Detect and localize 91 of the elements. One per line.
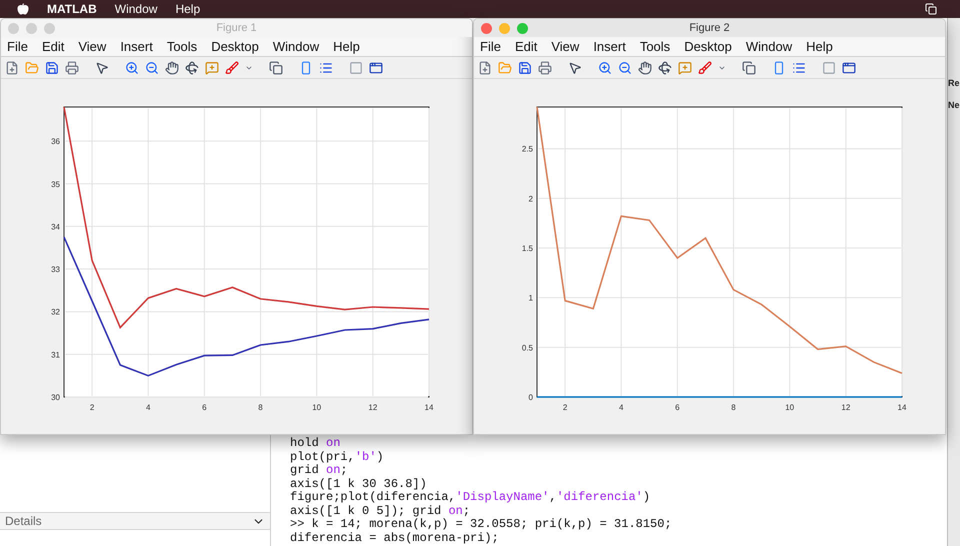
tick-label: 1 [528,294,533,303]
window-title: Figure 1 [216,20,257,36]
menu-item[interactable]: Tools [166,36,198,56]
menu-item[interactable]: Desktop [211,36,259,56]
menu-item[interactable]: File [480,36,501,56]
tick-label: 0 [528,393,533,402]
tick-label: 10 [312,403,322,412]
code-line: axis([1 k 0 5]); grid on; [290,504,472,518]
panel-title: Details [5,513,42,530]
tick-label: 1.5 [522,244,533,254]
menu-item[interactable]: Desktop [684,36,732,56]
tick-label: 2 [90,403,94,412]
zoom-in-icon[interactable] [598,60,612,74]
tick-label: 34 [51,222,60,232]
tick-label: 12 [841,403,850,412]
tick-label: 14 [424,403,434,412]
legend-icon[interactable] [319,60,333,74]
tick-label: 31 [51,350,60,360]
tick-label: 6 [675,403,680,412]
tick-label: 32 [51,308,60,317]
menu-item[interactable]: Insert [120,36,153,56]
menu-item[interactable]: File [7,36,28,56]
app-name[interactable]: MATLAB [47,0,97,18]
menu-item[interactable]: Window [746,36,792,56]
menu-item[interactable]: View [78,36,106,56]
tick-label: 4 [146,403,150,412]
new-file-icon[interactable] [478,60,492,74]
tick-label: 2.5 [522,144,533,154]
hand-icon[interactable] [165,60,179,74]
menu-item[interactable]: Edit [514,36,538,56]
tick-label: 36 [51,137,60,146]
legend-icon[interactable] [792,60,806,74]
panel-icon[interactable] [369,60,383,74]
tick-label: 2 [528,194,533,204]
pointer-icon[interactable] [568,60,582,74]
colorbar-icon[interactable] [772,60,786,74]
brush-icon[interactable] [698,60,712,74]
printer-icon[interactable] [65,60,79,74]
apple-icon[interactable] [17,3,29,15]
save-icon[interactable] [45,60,59,74]
panel-label: Re [948,77,960,90]
rotate-icon[interactable] [185,60,199,74]
tick-label: 8 [731,403,736,412]
panel-label: Ne [948,99,960,112]
menu-item[interactable]: Help [333,36,360,56]
menu-item[interactable]: Insert [593,36,626,56]
menu-item[interactable]: Window [272,36,320,56]
pointer-icon[interactable] [95,60,109,74]
save-icon[interactable] [518,60,532,74]
menu-item[interactable]: View [551,36,580,56]
menu-item[interactable]: Edit [42,36,64,56]
link-icon[interactable] [269,60,283,74]
menu-item[interactable]: Tools [640,36,670,56]
zoom-in-icon[interactable] [125,60,139,74]
status-menu-icon[interactable] [925,3,937,15]
tick-label: 35 [51,180,60,189]
printer-icon[interactable] [538,60,552,74]
code-line: figure;plot(diferencia,'DisplayName','diferencia') [290,491,652,504]
tick-label: 6 [202,403,207,412]
tick-label: 14 [898,403,906,412]
code-line: plot(pri,'b') [290,450,385,464]
code-line: diferencia = abs(morena-pri); [290,532,500,545]
details-header[interactable]: Details [0,512,270,530]
hand-icon[interactable] [638,60,652,74]
tick-label: 10 [785,403,794,412]
menu-item[interactable]: Help [806,36,833,56]
new-file-icon[interactable] [5,60,19,74]
code-line: axis([1 k 30 36.8]) [290,478,428,491]
colorbar-icon[interactable] [299,60,313,74]
tick-label: 12 [368,403,378,412]
brush-icon[interactable] [225,60,239,74]
link-icon[interactable] [742,60,756,74]
data-cursor-icon[interactable] [678,60,692,74]
panel-icon[interactable] [842,60,856,74]
tick-label: 33 [51,265,60,274]
zoom-out-icon[interactable] [618,60,632,74]
code-line: grid on; [290,464,349,478]
zoom-out-icon[interactable] [145,60,159,74]
data-cursor-icon[interactable] [205,60,219,74]
tick-label: 4 [619,403,624,412]
menu-item[interactable]: Window [114,0,158,18]
code-line: >> k = 14; morena(k,p) = 32.0558; pri(k,p) = 31.8150; [290,518,673,532]
code-line: hold on [290,437,342,450]
rotate-icon[interactable] [658,60,672,74]
window-title: Figure 2 [689,20,730,36]
tick-label: 8 [258,403,263,412]
tick-label: 2 [562,403,568,412]
window-control-icon[interactable] [481,23,492,34]
menu-item[interactable]: Help [175,0,200,18]
tick-label: 0.5 [522,343,533,352]
tick-label: 30 [51,393,60,402]
